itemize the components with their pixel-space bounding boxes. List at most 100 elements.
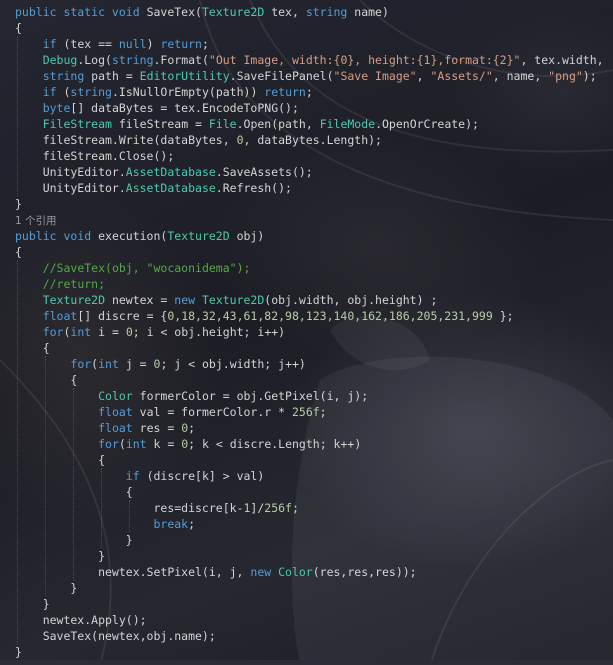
code-token: "Assets/" xyxy=(430,69,493,83)
code-token: { xyxy=(15,245,22,259)
code-token: ; xyxy=(188,421,196,435)
code-token: for xyxy=(42,325,64,339)
code-line: { xyxy=(15,484,133,500)
code-line: for(int j = 0; j < obj.width; j++) xyxy=(15,356,305,372)
code-token: .SaveFilePanel( xyxy=(229,69,334,83)
code-token: 1 个引用 xyxy=(15,215,57,227)
code-token: return xyxy=(264,85,306,99)
code-token: string xyxy=(111,53,154,67)
code-token: ( xyxy=(118,437,126,451)
code-token: } xyxy=(15,645,22,659)
code-token: null xyxy=(118,37,147,51)
code-token: , tex.width, xyxy=(520,53,611,67)
code-line: } xyxy=(15,580,77,596)
code-token: 0,18,32,43,61,82,98,123,140,162,186,205,… xyxy=(167,309,493,323)
code-token: path = xyxy=(84,69,140,83)
code-token: ; xyxy=(201,37,209,51)
code-line: { xyxy=(15,20,22,36)
code-token: ; xyxy=(188,517,196,531)
code-line: { xyxy=(15,244,22,260)
code-token: ; k < discre.Length; k++) xyxy=(188,437,362,451)
code-editor[interactable]: public static void SaveTex(Texture2D tex… xyxy=(0,0,613,665)
code-token: .Log( xyxy=(77,53,112,67)
code-token: { xyxy=(15,341,50,355)
code-line: if (tex == null) return; xyxy=(15,36,209,52)
code-token: { xyxy=(15,485,133,499)
code-token: .Refresh(); xyxy=(215,181,292,195)
code-token: 0 xyxy=(236,133,244,147)
code-token: formerColor = obj.GetPixel(i, j); xyxy=(132,389,369,403)
code-token: (tex == xyxy=(56,37,119,51)
code-line: byte[] dataBytes = tex.EncodeToPNG(); xyxy=(15,100,299,116)
code-token: fileStream.Close(); xyxy=(15,149,175,163)
code-token: AssetDatabase xyxy=(125,165,216,179)
code-line: { xyxy=(15,372,77,388)
code-token: { xyxy=(15,453,106,467)
code-token: ) xyxy=(146,37,161,51)
code-token: newtex = xyxy=(105,293,175,307)
code-line: string path = EditorUtility.SaveFilePane… xyxy=(15,68,597,84)
code-token: FileStream xyxy=(42,117,112,131)
code-line: for(int i = 0; i < obj.height; i++) xyxy=(15,324,285,340)
code-line: FileStream fileStream = File.Open(path, … xyxy=(15,116,479,132)
code-token: }; xyxy=(492,309,514,323)
code-token: if xyxy=(42,85,57,99)
code-token: int xyxy=(70,325,92,339)
code-token: fileStream = xyxy=(111,117,209,131)
code-token: ; i < obj.height; i++) xyxy=(132,325,286,339)
code-token: { xyxy=(15,373,78,387)
code-token: (discre[k] > val) xyxy=(139,469,265,483)
horizontal-scrollbar[interactable] xyxy=(0,660,613,665)
code-token: string xyxy=(42,69,85,83)
code-token: 256f xyxy=(264,501,292,515)
code-line: for(int k = 0; k < discre.Length; k++) xyxy=(15,436,361,452)
code-token: , name, xyxy=(492,69,549,83)
code-token: ; xyxy=(291,501,299,515)
code-token: } xyxy=(15,549,106,563)
code-token: (obj.width, obj.height) ; xyxy=(264,293,438,307)
code-line: Texture2D newtex = new Texture2D(obj.wid… xyxy=(15,292,438,308)
code-token: , xyxy=(416,69,431,83)
reference-count-label[interactable]: 1 个引用 xyxy=(15,212,57,228)
code-line: } xyxy=(15,196,22,212)
code-token: } xyxy=(15,197,22,211)
code-token: EditorUtility xyxy=(139,69,230,83)
code-line: } xyxy=(15,548,105,564)
code-token: tex, xyxy=(264,5,306,19)
code-token: SaveTex(newtex,obj.name); xyxy=(15,629,216,643)
code-line: SaveTex(newtex,obj.name); xyxy=(15,628,216,644)
code-token: FileMode xyxy=(319,117,376,131)
code-token: 0 xyxy=(125,325,133,339)
code-token: int xyxy=(98,357,119,371)
code-token: i = xyxy=(91,325,126,339)
code-token: } xyxy=(15,581,78,595)
code-token: new xyxy=(174,293,202,307)
code-token: int xyxy=(125,437,147,451)
code-token: .OpenOrCreate); xyxy=(375,117,479,131)
code-token: break xyxy=(153,517,189,531)
code-token: byte xyxy=(42,101,71,115)
code-line: public static void SaveTex(Texture2D tex… xyxy=(15,4,389,20)
code-token: Texture2D xyxy=(201,5,265,19)
code-token: "Out Image, width:{0}, height:{1},format… xyxy=(208,53,521,67)
code-line: fileStream.Close(); xyxy=(15,148,175,164)
code-token: UnityEditor. xyxy=(15,165,126,179)
code-token: SaveTex( xyxy=(146,5,202,19)
code-token: ; xyxy=(319,405,327,419)
code-token: Color xyxy=(98,389,133,403)
code-line: { xyxy=(15,340,50,356)
code-token: string xyxy=(305,5,348,19)
code-token: ); xyxy=(582,69,597,83)
code-token: if xyxy=(125,469,140,483)
code-token: return xyxy=(160,37,202,51)
code-token: Color xyxy=(278,565,313,579)
